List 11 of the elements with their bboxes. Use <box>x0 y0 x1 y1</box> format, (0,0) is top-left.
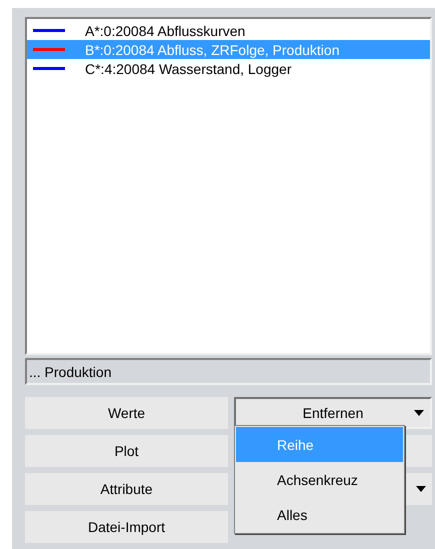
caret-icon <box>414 410 424 416</box>
series-item[interactable]: A*:0:20084 Abflusskurven <box>27 21 430 40</box>
action-button[interactable]: Attribute <box>25 473 228 505</box>
action-button[interactable]: Plot <box>25 435 228 467</box>
status-field: ... Produktion <box>25 358 432 385</box>
menu-item[interactable]: Achsenkreuz <box>236 462 403 497</box>
action-button[interactable]: Werte <box>25 397 228 429</box>
caret-icon <box>416 486 426 492</box>
series-item[interactable]: C*:4:20084 Wasserstand, Logger <box>27 59 430 78</box>
menu-item[interactable]: Alles <box>236 497 403 532</box>
action-button[interactable]: Datei-Import <box>25 511 228 543</box>
